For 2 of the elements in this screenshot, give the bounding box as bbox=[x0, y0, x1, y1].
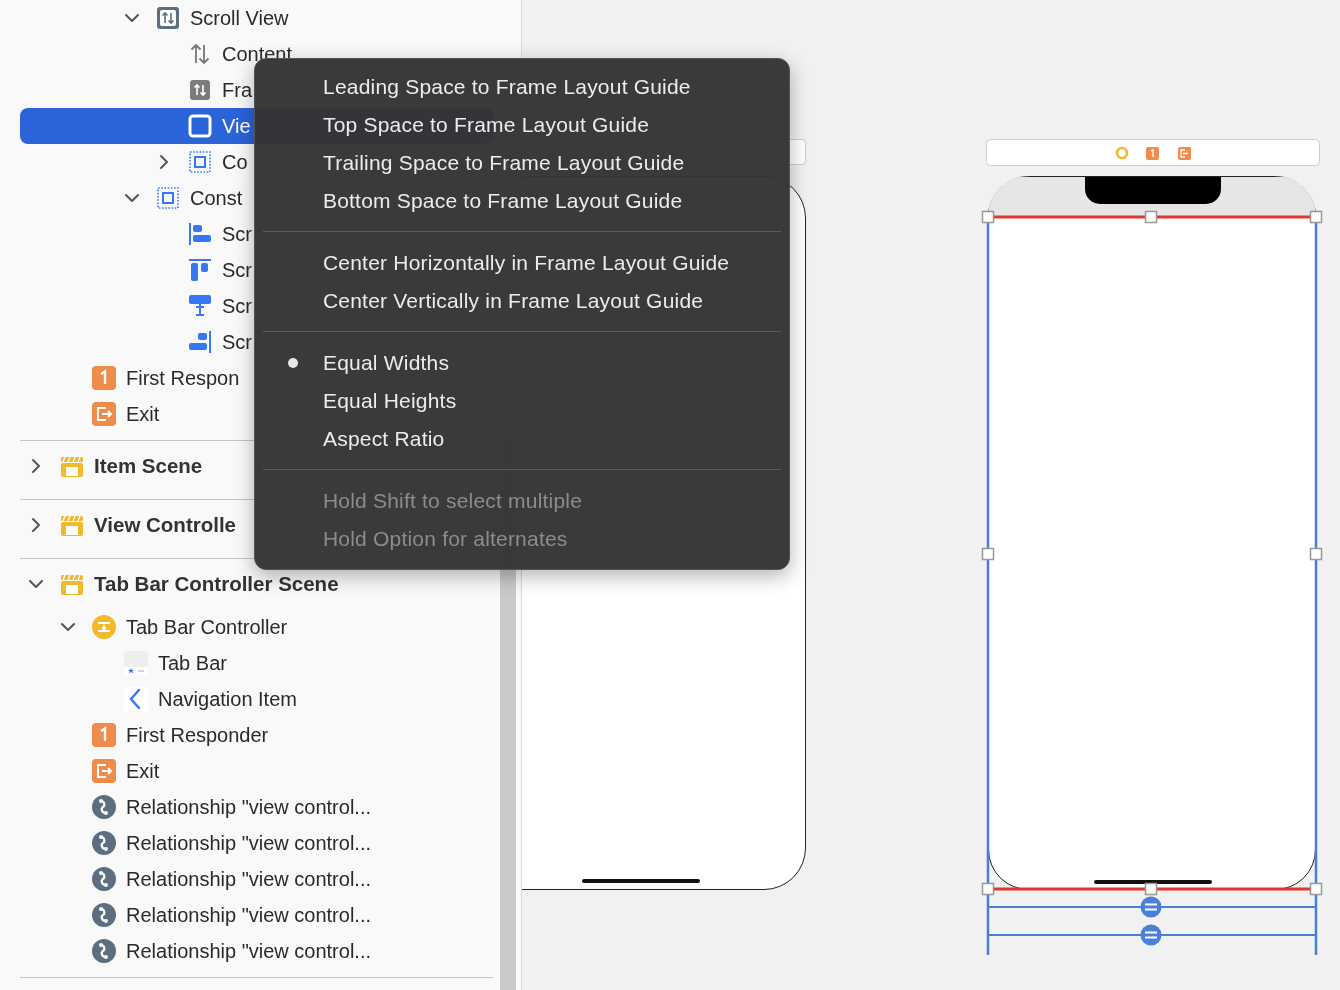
menu-hint: Hold Option for alternates bbox=[322, 526, 569, 552]
menu-hint: Hold Shift to select multiple bbox=[322, 488, 584, 514]
